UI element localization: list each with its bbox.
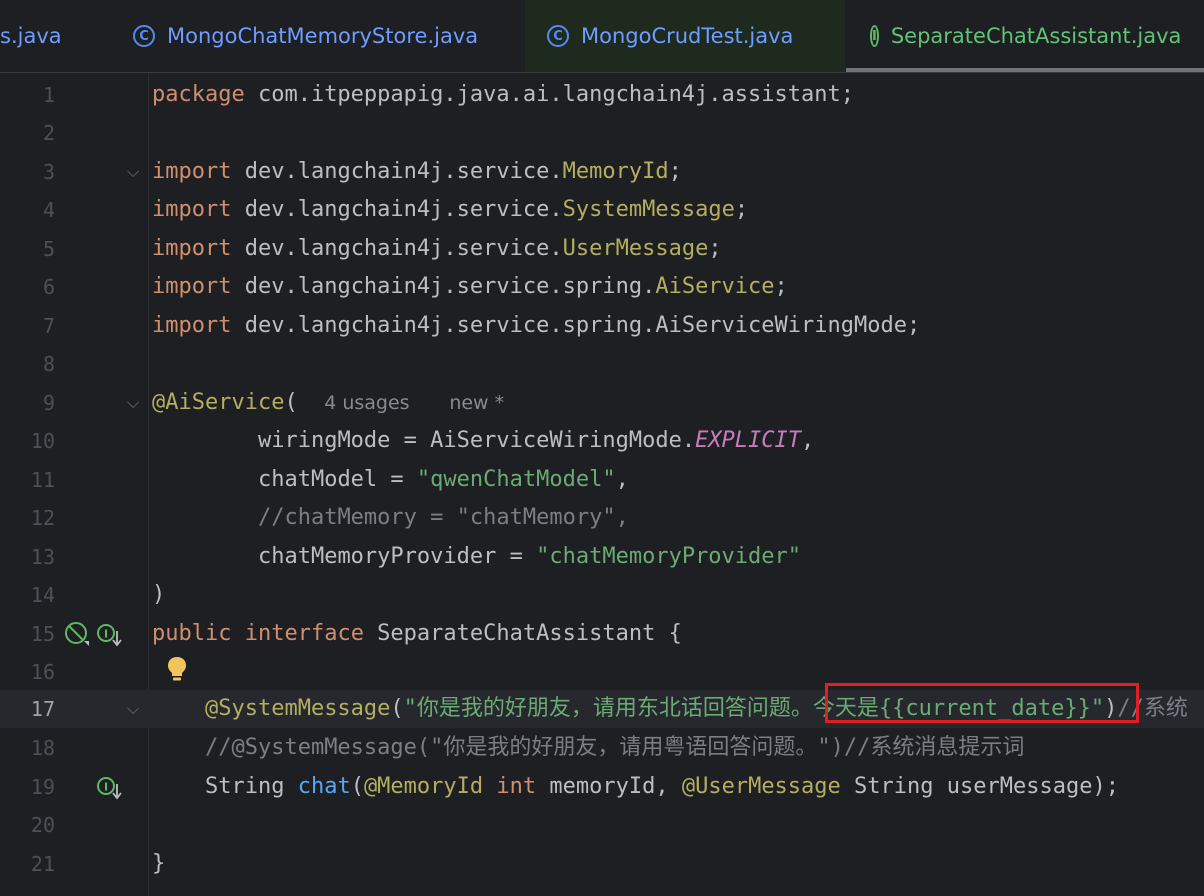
code-line: 3 ⌵ import dev.langchain4j.service.Memor…	[0, 153, 1204, 191]
line-number: 8	[42, 352, 55, 376]
line-number: 7	[42, 314, 55, 338]
line-number: 21	[30, 852, 55, 876]
line-number: 1	[42, 83, 55, 107]
line-number: 9	[42, 391, 55, 415]
code-text[interactable]: //chatMemory = "chatMemory",	[152, 499, 629, 537]
tab-label: SeparateChatAssistant.java	[890, 24, 1182, 48]
tab-label: MongoCrudTest.java	[581, 24, 794, 48]
code-line: 2	[0, 114, 1204, 152]
tab-partial-java[interactable]: s.java	[0, 0, 100, 72]
code-line: 20	[0, 806, 1204, 844]
active-tab-indicator	[846, 68, 1204, 72]
line-number: 17	[30, 697, 55, 721]
code-text[interactable]: chatMemoryProvider = "chatMemoryProvider…	[152, 538, 801, 576]
no-entry-icon[interactable]	[64, 621, 90, 647]
editor-tab-bar: s.java C MongoChatMemoryStore.java C Mon…	[0, 0, 1204, 73]
code-line: 12 //chatMemory = "chatMemory",	[0, 499, 1204, 537]
tab-label: MongoChatMemoryStore.java	[167, 24, 479, 48]
code-text[interactable]: import dev.langchain4j.service.spring.Ai…	[152, 268, 788, 306]
svg-text:I: I	[104, 628, 108, 641]
line-number: 14	[30, 583, 55, 607]
tab-label: s.java	[0, 24, 62, 48]
code-text[interactable]: import dev.langchain4j.service.spring.Ai…	[152, 307, 920, 345]
line-number: 12	[30, 506, 55, 530]
line-number: 15	[30, 622, 55, 646]
code-text[interactable]: import dev.langchain4j.service.SystemMes…	[152, 191, 748, 229]
line-number: 10	[30, 429, 55, 453]
code-text[interactable]: chatModel = "qwenChatModel",	[152, 461, 629, 499]
interface-icon: I	[870, 25, 879, 47]
code-text[interactable]: }	[152, 845, 165, 883]
tab-separate-chat-assistant[interactable]: I SeparateChatAssistant.java ×	[846, 0, 1204, 72]
code-text[interactable]: import dev.langchain4j.service.MemoryId;	[152, 153, 682, 191]
tab-mongo-chat-memory-store[interactable]: C MongoChatMemoryStore.java	[133, 0, 523, 72]
fold-chevron-icon[interactable]: ⌵	[127, 153, 139, 191]
code-text[interactable]: wiringMode = AiServiceWiringMode.EXPLICI…	[152, 422, 814, 460]
highlight-box	[825, 683, 1139, 723]
code-line: 7 import dev.langchain4j.service.spring.…	[0, 307, 1204, 345]
code-line: 13 chatMemoryProvider = "chatMemoryProvi…	[0, 538, 1204, 576]
code-text[interactable]: )	[152, 576, 165, 614]
tab-mongo-crud-test[interactable]: C MongoCrudTest.java	[525, 0, 845, 72]
code-line: 1 package com.itpeppapig.java.ai.langcha…	[0, 76, 1204, 114]
code-line: 6 import dev.langchain4j.service.spring.…	[0, 268, 1204, 306]
fold-chevron-icon[interactable]: ⌵	[127, 690, 139, 728]
implemented-interface-icon[interactable]: I	[97, 623, 123, 647]
code-line: 9 ⌵ @AiService( 4 usages new *	[0, 384, 1204, 422]
code-line: 19 I String chat(@MemoryId int memoryId,…	[0, 768, 1204, 806]
code-line: 14 )	[0, 576, 1204, 614]
code-line: 21 }	[0, 845, 1204, 883]
line-number: 16	[30, 660, 55, 684]
line-number: 3	[42, 160, 55, 184]
line-number: 13	[30, 545, 55, 569]
class-icon: C	[547, 25, 569, 47]
code-text[interactable]: String chat(@MemoryId int memoryId, @Use…	[152, 768, 1119, 806]
code-text[interactable]: public interface SeparateChatAssistant {	[152, 615, 682, 653]
line-number: 18	[30, 736, 55, 760]
line-number: 20	[30, 813, 55, 837]
fold-chevron-icon[interactable]: ⌵	[127, 384, 139, 422]
line-number: 6	[42, 275, 55, 299]
code-text[interactable]: @AiService( 4 usages new *	[152, 384, 504, 422]
code-line: 4 import dev.langchain4j.service.SystemM…	[0, 191, 1204, 229]
line-number: 2	[42, 121, 55, 145]
implemented-method-icon[interactable]: I	[97, 776, 123, 800]
code-line: 15 I public interface SeparateChatAssist…	[0, 615, 1204, 653]
author-hint[interactable]: new *	[449, 392, 504, 414]
code-text[interactable]: import dev.langchain4j.service.UserMessa…	[152, 230, 722, 268]
code-line: 11 chatModel = "qwenChatModel",	[0, 461, 1204, 499]
code-text[interactable]: package com.itpeppapig.java.ai.langchain…	[152, 76, 854, 114]
code-line: 8	[0, 345, 1204, 383]
code-line: 5 import dev.langchain4j.service.UserMes…	[0, 230, 1204, 268]
code-editor[interactable]: 1 package com.itpeppapig.java.ai.langcha…	[0, 73, 1204, 896]
code-line: 18 //@SystemMessage("你是我的好朋友，请用粤语回答问题。")…	[0, 729, 1204, 767]
class-icon: C	[133, 25, 155, 47]
lightbulb-icon[interactable]	[165, 655, 189, 683]
line-number: 5	[42, 237, 55, 261]
code-text[interactable]: //@SystemMessage("你是我的好朋友，请用粤语回答问题。")//系…	[152, 729, 1024, 767]
line-number: 11	[30, 468, 55, 492]
svg-text:I: I	[104, 781, 108, 794]
usages-hint[interactable]: 4 usages	[324, 392, 409, 414]
line-number: 4	[42, 198, 55, 222]
line-number: 19	[30, 775, 55, 799]
code-line: 10 wiringMode = AiServiceWiringMode.EXPL…	[0, 422, 1204, 460]
